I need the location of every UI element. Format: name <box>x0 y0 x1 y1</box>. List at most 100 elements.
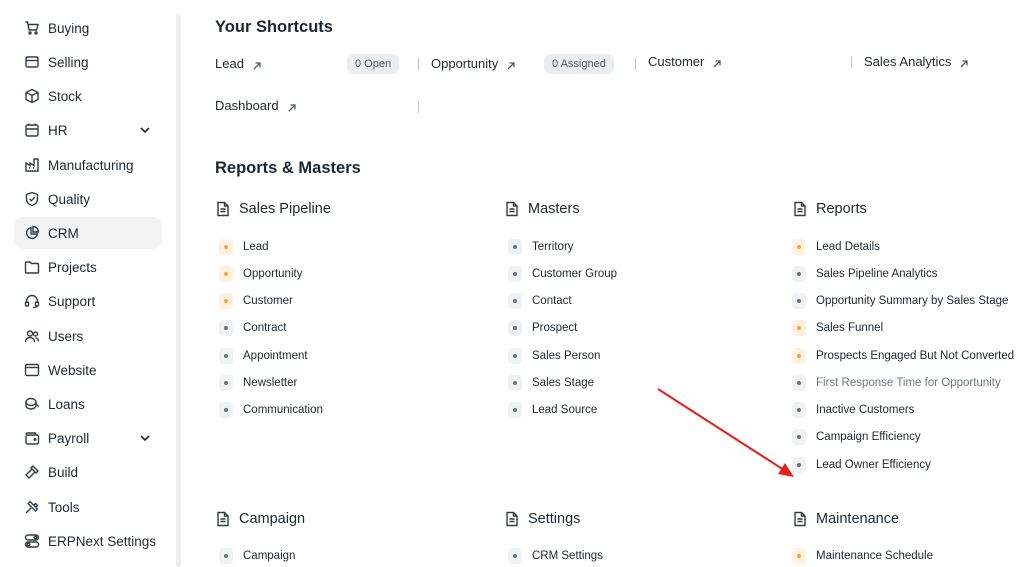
shortcut-lead[interactable]: Lead <box>215 56 262 71</box>
dot-icon <box>219 375 233 391</box>
sidebar-item-payroll[interactable]: Payroll <box>14 422 162 454</box>
sidebar-item-loans[interactable]: Loans <box>14 388 162 420</box>
folder-icon <box>24 259 40 275</box>
shortcut-divider <box>851 56 852 68</box>
link-communication[interactable]: Communication <box>219 401 323 419</box>
shortcut-dashboard[interactable]: Dashboard <box>215 98 297 113</box>
card-title-campaign: Campaign <box>215 511 305 527</box>
sidebar-item-label: Manufacturing <box>48 157 134 173</box>
arrow-up-right-icon <box>252 59 262 69</box>
card-title-text: Reports <box>816 201 867 217</box>
sidebar-item-support[interactable]: Support <box>14 285 162 317</box>
link-lead-details[interactable]: Lead Details <box>792 238 880 256</box>
toggle-icon <box>24 533 40 549</box>
sidebar-item-label: Buying <box>48 20 90 36</box>
sidebar-item-label: Selling <box>48 54 89 70</box>
link-prospects-engaged[interactable]: Prospects Engaged But Not Converted <box>792 347 1014 365</box>
sidebar-item-label: ERPNext Settings <box>48 533 157 549</box>
link-lead[interactable]: Lead <box>219 238 269 256</box>
sidebar-item-manufacturing[interactable]: Manufacturing <box>14 149 162 181</box>
dot-icon <box>792 320 806 336</box>
box-icon <box>24 88 40 104</box>
link-campaign[interactable]: Campaign <box>219 547 295 565</box>
wallet-icon <box>24 430 40 446</box>
dot-icon <box>219 293 233 309</box>
link-first-response-time[interactable]: First Response Time for Opportunity <box>792 374 1001 392</box>
dot-icon <box>508 402 522 418</box>
shortcut-opportunity[interactable]: Opportunity <box>431 56 516 71</box>
sidebar-item-build[interactable]: Build <box>14 456 162 488</box>
link-label: Inactive Customers <box>816 404 915 416</box>
shortcut-divider <box>418 101 419 113</box>
link-label: CRM Settings <box>532 550 603 562</box>
sidebar-item-users[interactable]: Users <box>14 320 162 352</box>
link-customer[interactable]: Customer <box>219 292 293 310</box>
sidebar-item-selling[interactable]: Selling <box>14 46 162 78</box>
card-title-reports: Reports <box>792 201 867 217</box>
shortcut-customer[interactable]: Customer <box>648 54 722 69</box>
dot-icon <box>219 320 233 336</box>
dot-icon <box>219 239 233 255</box>
dot-icon <box>792 457 806 473</box>
link-label: Customer Group <box>532 268 618 280</box>
sidebar-item-website[interactable]: Website <box>14 354 162 386</box>
link-customer-group[interactable]: Customer Group <box>508 265 617 283</box>
link-label: Campaign <box>243 550 296 562</box>
link-inactive-customers[interactable]: Inactive Customers <box>792 401 914 419</box>
sidebar-item-quality[interactable]: Quality <box>14 183 162 215</box>
link-opportunity-summary[interactable]: Opportunity Summary by Sales Stage <box>792 292 1008 310</box>
dot-icon <box>219 266 233 282</box>
dot-icon <box>508 293 522 309</box>
link-lead-owner-efficiency[interactable]: Lead Owner Efficiency <box>792 456 931 474</box>
link-newsletter[interactable]: Newsletter <box>219 374 297 392</box>
sidebar-item-projects[interactable]: Projects <box>14 251 162 283</box>
link-crm-settings[interactable]: CRM Settings <box>508 547 603 565</box>
link-contract[interactable]: Contract <box>219 319 286 337</box>
dot-icon <box>792 402 806 418</box>
link-label: Communication <box>243 404 323 416</box>
arrow-up-right-icon <box>506 59 516 69</box>
card-title-text: Campaign <box>239 511 306 527</box>
dot-icon <box>792 375 806 391</box>
link-sales-person[interactable]: Sales Person <box>508 347 600 365</box>
link-maintenance-schedule[interactable]: Maintenance Schedule <box>792 547 933 565</box>
link-opportunity[interactable]: Opportunity <box>219 265 302 283</box>
link-label: Contact <box>532 295 572 307</box>
link-territory[interactable]: Territory <box>508 238 574 256</box>
sidebar-scrollbar[interactable] <box>176 14 181 567</box>
sidebar-item-tools[interactable]: Tools <box>14 491 162 523</box>
dot-icon <box>508 239 522 255</box>
link-prospect[interactable]: Prospect <box>508 319 577 337</box>
shortcut-badge: 0 Assigned <box>544 54 614 74</box>
link-sales-stage[interactable]: Sales Stage <box>508 374 594 392</box>
card-title-text: Sales Pipeline <box>239 201 331 217</box>
link-label: Sales Stage <box>532 377 595 389</box>
shortcut-sales-analytics[interactable]: Sales Analytics <box>864 54 969 69</box>
link-label: Prospect <box>532 322 578 334</box>
link-label: Contract <box>243 322 287 334</box>
sidebar-item-crm[interactable]: CRM <box>14 217 162 249</box>
link-label: Opportunity <box>243 268 303 280</box>
link-label: Newsletter <box>243 377 298 389</box>
sidebar-item-label: CRM <box>48 225 79 241</box>
link-appointment[interactable]: Appointment <box>219 347 308 365</box>
dot-icon <box>792 429 806 445</box>
link-campaign-efficiency[interactable]: Campaign Efficiency <box>792 428 921 446</box>
link-sales-pipeline-analytics[interactable]: Sales Pipeline Analytics <box>792 265 937 283</box>
link-lead-source[interactable]: Lead Source <box>508 401 597 419</box>
arrow-up-right-icon <box>287 101 297 111</box>
chevron-down-icon[interactable] <box>138 431 152 445</box>
sidebar-item-stock[interactable]: Stock <box>14 80 162 112</box>
sidebar-item-buying[interactable]: Buying <box>14 12 162 44</box>
chevron-down-icon[interactable] <box>138 123 152 137</box>
link-label: Campaign Efficiency <box>816 431 921 443</box>
pie-chart-icon <box>24 225 40 241</box>
sidebar-item-hr[interactable]: HR <box>14 114 162 146</box>
document-icon <box>504 511 520 527</box>
link-contact[interactable]: Contact <box>508 292 572 310</box>
sidebar-item-erpnext-settings[interactable]: ERPNext Settings <box>14 525 162 557</box>
dot-icon <box>219 548 233 564</box>
users-icon <box>24 328 40 344</box>
dot-icon <box>219 402 233 418</box>
link-sales-funnel[interactable]: Sales Funnel <box>792 319 883 337</box>
